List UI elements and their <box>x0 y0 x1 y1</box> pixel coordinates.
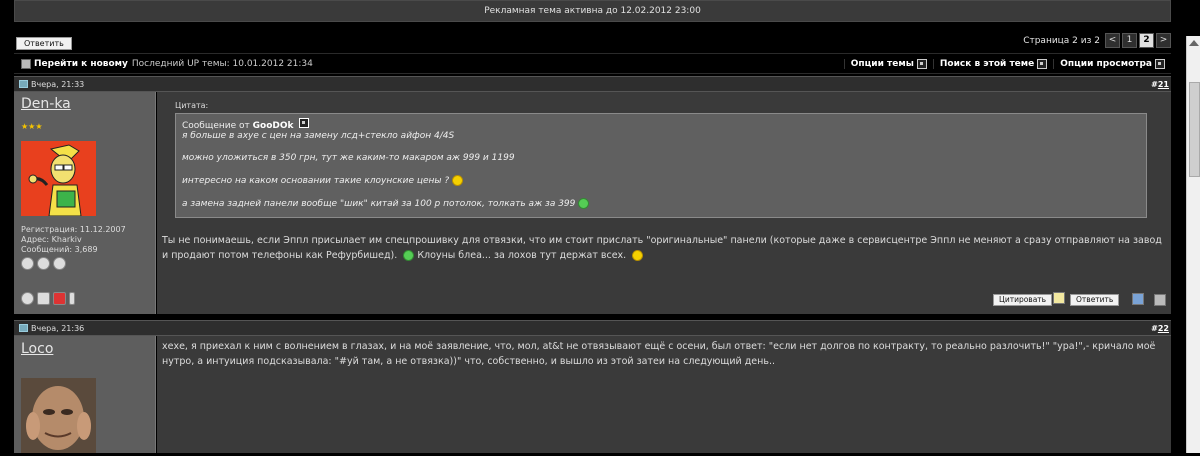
username-link[interactable]: Den-ka <box>21 96 71 112</box>
reputation-icon[interactable] <box>37 292 50 305</box>
smile-green-icon <box>403 250 415 261</box>
smile-icon <box>632 250 644 261</box>
user-rank-stars: ★★★ <box>21 122 43 131</box>
post-message-tail: Клоуны блеа... за лохов тут держат всех. <box>417 250 627 261</box>
post-header: Вчера, 21:33 #21 <box>14 76 1171 92</box>
post-number: 22 <box>1157 323 1169 333</box>
quote-author: GooDOk <box>252 121 294 131</box>
multi-quote-icon[interactable] <box>1053 292 1065 304</box>
page-next-button[interactable]: > <box>1156 33 1171 48</box>
post-date: Вчера, 21:33 <box>31 79 85 89</box>
quote-line-4: а замена задней панели вообще "шик" кита… <box>182 198 1140 209</box>
icq-icon[interactable] <box>21 257 34 270</box>
username-link[interactable]: Loco <box>21 341 53 357</box>
report-post-icon[interactable] <box>1154 294 1166 306</box>
post-body: хехе, я приехал к ним с волнением в глаз… <box>157 336 1171 453</box>
avatar <box>21 378 96 453</box>
quote-line-4-text: а замена задней панели вообще "шик" кита… <box>182 199 576 209</box>
quote-line-1: я больше в ахуе с цен на замену лсд+стек… <box>182 131 455 141</box>
search-thread-menu[interactable]: Поиск в этой теме <box>932 58 1053 69</box>
quote-label: Цитата: <box>175 101 209 110</box>
new-post-icon <box>21 58 31 69</box>
post-number-link[interactable]: #21 <box>1151 80 1169 89</box>
dropdown-icon <box>916 58 927 69</box>
user-panel: Loco <box>14 336 156 453</box>
smile-green-icon <box>578 198 590 209</box>
smile-icon <box>452 175 464 186</box>
post-message: хехе, я приехал к ним с волнением в глаз… <box>162 339 1162 369</box>
thread-options-menu[interactable]: Опции темы <box>843 58 933 69</box>
user-action-icons <box>21 292 75 305</box>
user-info: Регистрация: 11.12.2007 Адрес: Kharkiv С… <box>21 225 126 255</box>
quote-source: Сообщение от GooDOk <box>182 118 1140 131</box>
post-date: Вчера, 21:36 <box>31 323 85 333</box>
ad-banner-text: Рекламная тема активна до 12.02.2012 23:… <box>484 6 701 16</box>
post-icon <box>19 80 28 88</box>
page-scrollbar[interactable] <box>1186 36 1200 453</box>
post-number: 21 <box>1157 79 1169 89</box>
pagination: Страница 2 из 2 < 1 2 > <box>1020 33 1171 48</box>
post-number-prefix: # <box>1151 79 1158 89</box>
quote-block: Сообщение от GooDOk я больше в ахуе с це… <box>175 113 1147 218</box>
post-body: Цитата: Сообщение от GooDOk я больше в а… <box>157 92 1171 314</box>
dropdown-icon <box>1037 58 1048 69</box>
report-icon[interactable] <box>53 292 66 305</box>
ip-icon[interactable] <box>69 292 75 305</box>
forum-page: Рекламная тема активна до 12.02.2012 23:… <box>14 0 1171 453</box>
last-up-text: Последний UP темы: 10.01.2012 21:34 <box>131 58 313 69</box>
post-message-text: Ты не понимаешь, если Эппл присылает им … <box>162 235 1162 261</box>
quote-button[interactable]: Цитировать <box>993 294 1053 306</box>
user-panel: Den-ka ★★★ Регистрация: 11.12.2007 Адрес… <box>14 92 156 314</box>
go-to-new-link[interactable]: Перейти к новому <box>34 59 128 69</box>
view-options-label: Опции просмотра <box>1060 58 1152 69</box>
avatar-image <box>21 378 96 453</box>
flower-icon[interactable] <box>37 257 50 270</box>
page-count-label: Страница 2 из 2 <box>1020 35 1103 46</box>
user-post-count: Сообщений: 3,689 <box>21 245 98 254</box>
view-options-menu[interactable]: Опции просмотра <box>1053 58 1171 69</box>
avatar <box>21 141 96 217</box>
thread-options-label: Опции темы <box>850 58 914 69</box>
search-thread-label: Поиск в этой теме <box>939 58 1035 69</box>
reply-button-top[interactable]: Ответить <box>16 37 72 50</box>
reply-button[interactable]: Ответить <box>1070 294 1120 306</box>
post-number-prefix: # <box>1151 323 1158 333</box>
page-2-current: 2 <box>1139 33 1154 48</box>
post-message-text: хехе, я приехал к ним с волнением в глаз… <box>162 341 1156 367</box>
skype-icon[interactable] <box>53 257 66 270</box>
online-status-icon <box>21 292 34 305</box>
quote-from-prefix: Сообщение от <box>182 121 250 131</box>
post-header: Вчера, 21:36 #22 <box>14 320 1171 336</box>
quote-line-3-text: интересно на каком основании такие клоун… <box>182 176 450 186</box>
scroll-up-arrow-icon[interactable] <box>1189 40 1199 46</box>
quote-line-2: можно уложиться в 350 грн, тут же каким-… <box>182 153 515 163</box>
ad-banner: Рекламная тема активна до 12.02.2012 23:… <box>14 0 1171 22</box>
scroll-thumb[interactable] <box>1189 82 1200 177</box>
thread-toolbar: Перейти к новому Последний UP темы: 10.0… <box>14 53 1171 74</box>
dropdown-icon <box>1155 58 1165 69</box>
user-contact-icons <box>21 257 66 270</box>
page-prev-button[interactable]: < <box>1105 33 1120 48</box>
post-icon <box>19 324 28 332</box>
view-post-icon[interactable] <box>299 118 310 128</box>
post-number-link[interactable]: #22 <box>1151 324 1169 333</box>
page-1-link[interactable]: 1 <box>1122 33 1137 48</box>
user-address: Адрес: Kharkiv <box>21 235 82 244</box>
post-message: Ты не понимаешь, если Эппл присылает им … <box>162 233 1162 263</box>
user-reg-date: Регистрация: 11.12.2007 <box>21 225 126 234</box>
quote-line-3: интересно на каком основании такие клоун… <box>182 175 1140 186</box>
avatar-image <box>21 141 96 217</box>
edit-user-icon[interactable] <box>1132 293 1144 305</box>
